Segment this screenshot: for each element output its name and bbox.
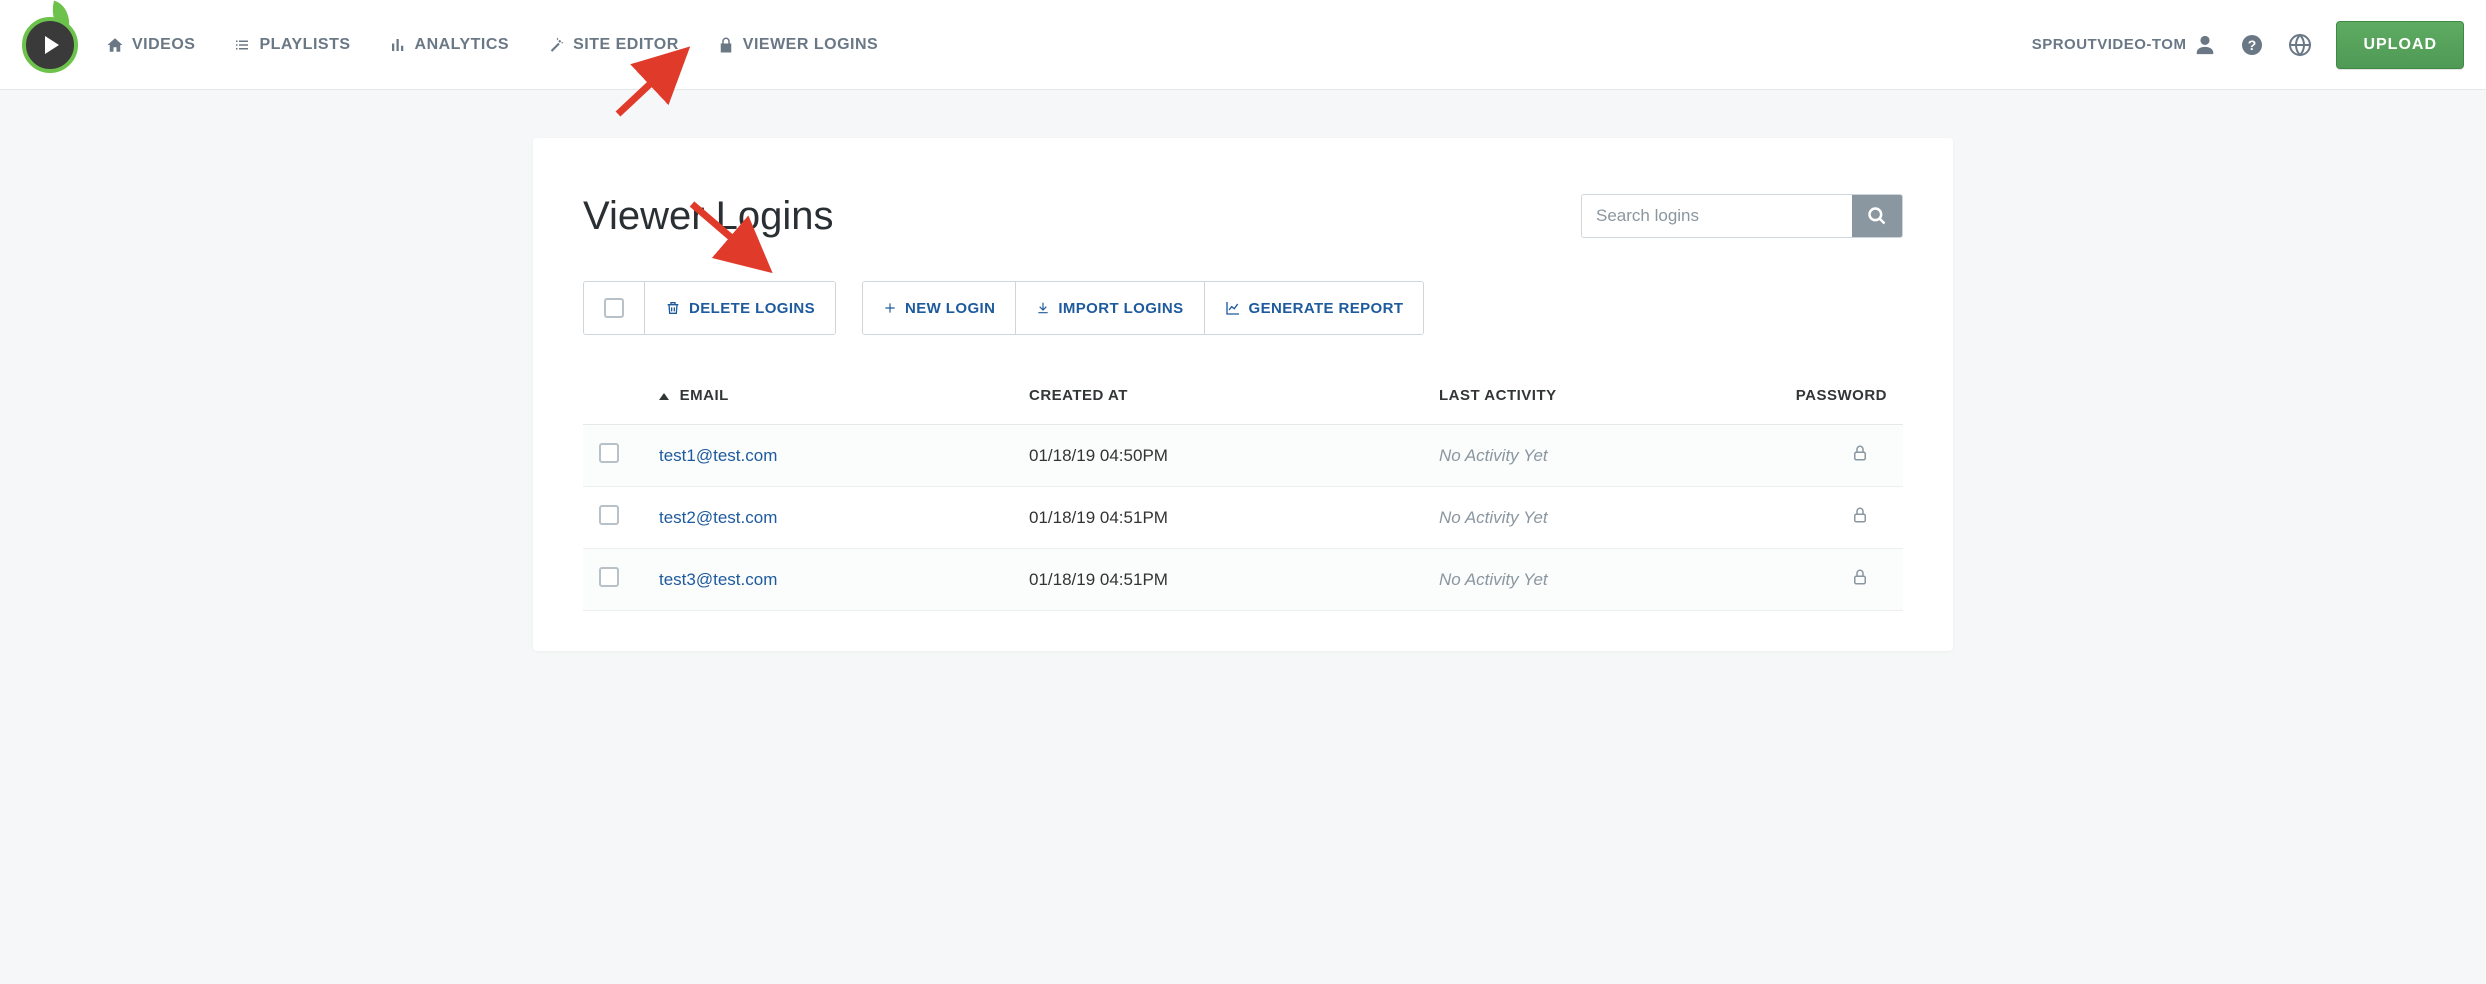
table-row: test3@test.com 01/18/19 04:51PM No Activ… bbox=[583, 549, 1903, 611]
username-label: SPROUTVIDEO-TOM bbox=[2032, 36, 2187, 53]
trash-icon bbox=[665, 300, 681, 316]
download-icon bbox=[1036, 301, 1050, 315]
last-activity-cell: No Activity Yet bbox=[1439, 570, 1548, 589]
col-created-label: Created At bbox=[1029, 387, 1128, 404]
lock-icon bbox=[717, 36, 735, 54]
search-icon bbox=[1867, 206, 1887, 226]
nav-label: Viewer Logins bbox=[743, 36, 878, 54]
report-label: Generate Report bbox=[1249, 300, 1404, 317]
line-chart-icon bbox=[1225, 300, 1241, 316]
table-body: test1@test.com 01/18/19 04:50PM No Activ… bbox=[583, 425, 1903, 611]
lock-icon bbox=[1851, 444, 1869, 462]
nav-site-editor[interactable]: Site Editor bbox=[547, 36, 679, 54]
main-nav: Videos Playlists Analytics Site Editor V… bbox=[106, 36, 878, 54]
nav-label: Site Editor bbox=[573, 36, 679, 54]
lock-icon bbox=[1851, 506, 1869, 524]
import-label: Import Logins bbox=[1058, 300, 1183, 317]
generate-report-button[interactable]: Generate Report bbox=[1204, 282, 1424, 334]
row-checkbox[interactable] bbox=[599, 443, 619, 463]
select-all-checkbox[interactable] bbox=[584, 282, 644, 334]
nav-videos[interactable]: Videos bbox=[106, 36, 195, 54]
password-lock-button[interactable] bbox=[1851, 447, 1869, 466]
svg-text:?: ? bbox=[2248, 37, 2257, 53]
created-at-cell: 01/18/19 04:51PM bbox=[1013, 487, 1423, 549]
password-lock-button[interactable] bbox=[1851, 509, 1869, 528]
created-at-cell: 01/18/19 04:51PM bbox=[1013, 549, 1423, 611]
upload-label: Upload bbox=[2363, 36, 2437, 53]
col-created-header[interactable]: Created At bbox=[1013, 375, 1423, 425]
table-row: test2@test.com 01/18/19 04:51PM No Activ… bbox=[583, 487, 1903, 549]
email-link[interactable]: test2@test.com bbox=[659, 508, 777, 527]
delete-logins-button[interactable]: Delete Logins bbox=[644, 282, 835, 334]
lock-icon bbox=[1851, 568, 1869, 586]
home-icon bbox=[106, 36, 124, 54]
username-menu[interactable]: SPROUTVIDEO-TOM bbox=[2032, 34, 2217, 56]
plus-icon bbox=[883, 301, 897, 315]
search-input[interactable] bbox=[1582, 195, 1852, 237]
globe-button[interactable] bbox=[2288, 33, 2312, 57]
user-area: SPROUTVIDEO-TOM ? Upload bbox=[2032, 21, 2464, 69]
page-card: Viewer Logins Delete Logins New Login bbox=[533, 138, 1953, 651]
wand-icon bbox=[547, 36, 565, 54]
last-activity-cell: No Activity Yet bbox=[1439, 446, 1548, 465]
delete-label: Delete Logins bbox=[689, 300, 815, 317]
col-activity-header[interactable]: Last Activity bbox=[1423, 375, 1753, 425]
new-login-label: New Login bbox=[905, 300, 995, 317]
last-activity-cell: No Activity Yet bbox=[1439, 508, 1548, 527]
col-password-label: Password bbox=[1796, 387, 1887, 404]
table-header-row: Email Created At Last Activity Password bbox=[583, 375, 1903, 425]
action-group: New Login Import Logins Generate Report bbox=[862, 281, 1424, 335]
select-delete-group: Delete Logins bbox=[583, 281, 836, 335]
user-icon bbox=[2194, 34, 2216, 56]
col-email-label: Email bbox=[680, 387, 729, 404]
topbar: Videos Playlists Analytics Site Editor V… bbox=[0, 0, 2486, 90]
created-at-cell: 01/18/19 04:50PM bbox=[1013, 425, 1423, 487]
email-link[interactable]: test3@test.com bbox=[659, 570, 777, 589]
nav-label: Playlists bbox=[259, 36, 350, 54]
row-checkbox[interactable] bbox=[599, 567, 619, 587]
upload-button[interactable]: Upload bbox=[2336, 21, 2464, 69]
search-button[interactable] bbox=[1852, 195, 1902, 237]
page-header: Viewer Logins bbox=[583, 194, 1903, 239]
bar-chart-icon bbox=[389, 36, 407, 54]
nav-viewer-logins[interactable]: Viewer Logins bbox=[717, 36, 878, 54]
help-icon: ? bbox=[2240, 33, 2264, 57]
nav-analytics[interactable]: Analytics bbox=[389, 36, 510, 54]
col-email-header[interactable]: Email bbox=[643, 375, 1013, 425]
row-checkbox[interactable] bbox=[599, 505, 619, 525]
nav-label: Analytics bbox=[415, 36, 510, 54]
col-password-header: Password bbox=[1753, 375, 1903, 425]
new-login-button[interactable]: New Login bbox=[863, 282, 1015, 334]
search-wrap bbox=[1581, 194, 1903, 238]
logins-table: Email Created At Last Activity Password … bbox=[583, 375, 1903, 611]
table-row: test1@test.com 01/18/19 04:50PM No Activ… bbox=[583, 425, 1903, 487]
email-link[interactable]: test1@test.com bbox=[659, 446, 777, 465]
play-logo-icon bbox=[22, 17, 78, 73]
checkbox-icon bbox=[604, 298, 624, 318]
help-button[interactable]: ? bbox=[2240, 33, 2264, 57]
list-icon bbox=[233, 36, 251, 54]
col-activity-label: Last Activity bbox=[1439, 387, 1557, 404]
sort-asc-icon bbox=[659, 393, 669, 400]
nav-playlists[interactable]: Playlists bbox=[233, 36, 350, 54]
nav-label: Videos bbox=[132, 36, 195, 54]
page-title: Viewer Logins bbox=[583, 194, 834, 239]
toolbar: Delete Logins New Login Import Logins Ge… bbox=[583, 281, 1903, 335]
password-lock-button[interactable] bbox=[1851, 571, 1869, 590]
import-logins-button[interactable]: Import Logins bbox=[1015, 282, 1203, 334]
globe-icon bbox=[2288, 33, 2312, 57]
logo[interactable] bbox=[22, 17, 78, 73]
